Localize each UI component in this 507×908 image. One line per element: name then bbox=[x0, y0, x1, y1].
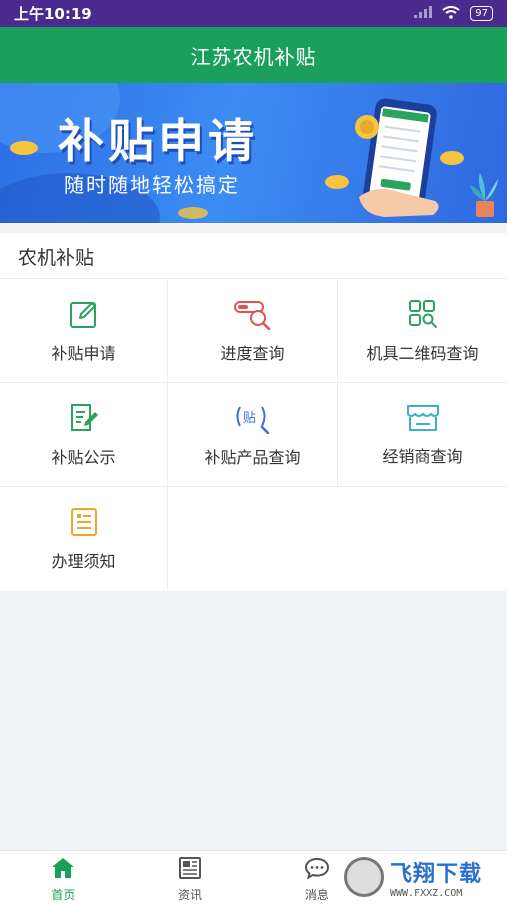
watermark-logo-icon bbox=[344, 857, 384, 897]
menu-item-product-query[interactable]: 贴 补贴产品查询 bbox=[168, 382, 338, 486]
nav-item-news[interactable]: 资讯 bbox=[127, 851, 254, 908]
service-grid: 补贴申请 进度查询 机具二维码查询 补贴公示 贴 补贴产品查询 经销商查询 办理… bbox=[0, 278, 507, 590]
banner-title: 补贴申请 bbox=[58, 114, 258, 168]
menu-item-qrcode-query[interactable]: 机具二维码查询 bbox=[338, 278, 507, 382]
notice-icon bbox=[68, 506, 100, 538]
watermark: 飞翔下载 WWW.FXXZ.COM bbox=[340, 853, 500, 901]
status-time: 上午10:19 bbox=[14, 5, 92, 23]
menu-item-label: 进度查询 bbox=[220, 343, 285, 363]
battery-icon: 97 bbox=[470, 6, 493, 21]
watermark-url: WWW.FXXZ.COM bbox=[390, 887, 463, 899]
message-icon bbox=[304, 857, 329, 882]
subsidy-search-icon: 贴 bbox=[234, 402, 272, 434]
nav-label: 首页 bbox=[51, 887, 76, 902]
menu-item-label: 机具二维码查询 bbox=[366, 343, 479, 363]
edit-icon bbox=[68, 298, 100, 330]
menu-item-subsidy-apply[interactable]: 补贴申请 bbox=[0, 278, 168, 382]
page-title: 江苏农机补贴 bbox=[190, 44, 317, 69]
qrcode-search-icon bbox=[407, 298, 439, 330]
coin-icon bbox=[10, 141, 38, 155]
plant-icon bbox=[468, 171, 502, 223]
subsidy-section: 农机补贴 补贴申请 进度查询 机具二维码查询 补贴公示 贴 补贴产品查询 经销商… bbox=[0, 233, 507, 591]
svg-text:贴: 贴 bbox=[243, 411, 256, 426]
nav-item-home[interactable]: 首页 bbox=[0, 851, 127, 908]
home-icon bbox=[51, 857, 75, 882]
banner[interactable]: 补贴申请 随时随地轻松搞定 bbox=[0, 83, 507, 223]
phone-illustration-icon bbox=[355, 97, 465, 223]
menu-item-label: 补贴产品查询 bbox=[204, 447, 301, 467]
menu-item-label: 补贴公示 bbox=[51, 447, 116, 467]
coin-icon bbox=[178, 207, 208, 219]
menu-item-dealer-query[interactable]: 经销商查询 bbox=[338, 382, 507, 486]
watermark-title: 飞翔下载 bbox=[390, 861, 483, 887]
status-bar: 上午10:19 97 bbox=[0, 0, 507, 27]
menu-item-notice[interactable]: 办理须知 bbox=[0, 486, 168, 590]
menu-item-label: 办理须知 bbox=[51, 551, 116, 571]
nav-label: 消息 bbox=[304, 887, 329, 902]
store-icon bbox=[405, 403, 441, 433]
menu-item-label: 经销商查询 bbox=[382, 446, 463, 466]
banner-subtitle: 随时随地轻松搞定 bbox=[64, 173, 240, 197]
progress-search-icon bbox=[233, 298, 272, 330]
grid-empty-cell bbox=[168, 486, 338, 590]
menu-item-label: 补贴申请 bbox=[51, 343, 116, 363]
menu-item-subsidy-public[interactable]: 补贴公示 bbox=[0, 382, 168, 486]
wifi-icon bbox=[442, 5, 460, 22]
status-icons: 97 bbox=[414, 5, 493, 22]
news-icon bbox=[178, 856, 202, 882]
grid-empty-cell bbox=[338, 486, 507, 590]
section-title: 农机补贴 bbox=[18, 247, 95, 269]
coin-icon bbox=[325, 175, 349, 189]
signal-icon bbox=[414, 6, 433, 21]
app-header: 江苏农机补贴 bbox=[0, 27, 507, 83]
menu-item-progress-query[interactable]: 进度查询 bbox=[168, 278, 338, 382]
document-edit-icon bbox=[68, 402, 100, 434]
nav-label: 资讯 bbox=[178, 887, 203, 902]
